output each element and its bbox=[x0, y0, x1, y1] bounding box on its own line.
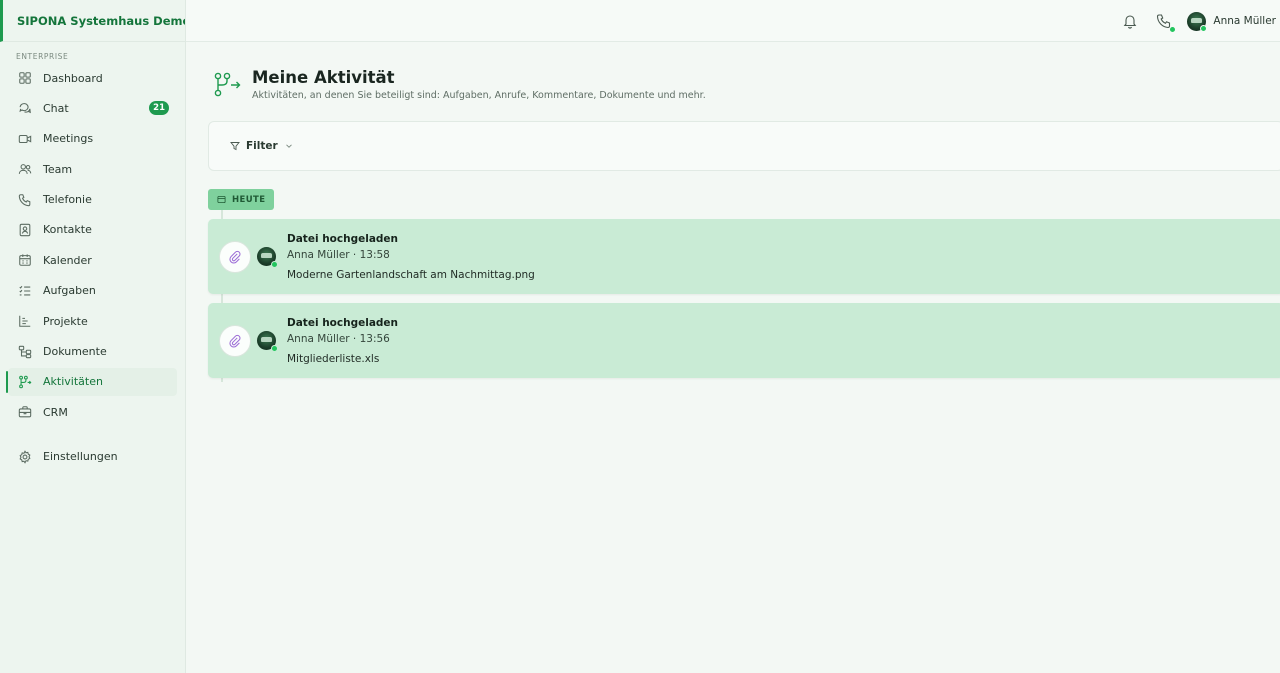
avatar[interactable] bbox=[257, 331, 278, 352]
sidebar-item-label: Einstellungen bbox=[43, 450, 118, 464]
sidebar-item-label: Team bbox=[43, 162, 73, 176]
page-subtitle: Aktivitäten, an denen Sie beteiligt sind… bbox=[252, 90, 706, 101]
avatar[interactable] bbox=[257, 247, 278, 268]
briefcase-icon bbox=[17, 404, 33, 420]
phone-icon[interactable] bbox=[1153, 10, 1177, 33]
sidebar-item-dashboard[interactable]: Dashboard bbox=[8, 64, 177, 92]
online-status-dot bbox=[271, 345, 278, 352]
chevron-down-icon bbox=[285, 144, 292, 148]
page-title: Meine Aktivität bbox=[252, 68, 395, 87]
activity-icon bbox=[17, 374, 33, 390]
task-list-icon bbox=[17, 283, 33, 299]
workspace-name[interactable]: SIPONA Systemhaus Demo... bbox=[0, 0, 185, 42]
sidebar-item-meetings[interactable]: Meetings bbox=[8, 125, 177, 153]
contact-card-icon bbox=[17, 222, 33, 238]
gear-icon bbox=[17, 449, 33, 465]
sidebar-item-label: CRM bbox=[43, 405, 68, 419]
topbar: Anna Müller bbox=[186, 0, 1280, 42]
sidebar-item-label: Projekte bbox=[43, 314, 88, 328]
main-content: Meine Aktivität Aktivitäten, an denen Si… bbox=[186, 42, 1280, 673]
sidebar-item-kontakte[interactable]: Kontakte bbox=[8, 216, 177, 244]
sidebar-item-label: Meetings bbox=[43, 132, 94, 146]
activity-icon bbox=[214, 72, 241, 97]
sidebar-item-einstellungen[interactable]: Einstellungen bbox=[8, 443, 177, 471]
calendar-icon bbox=[17, 252, 33, 268]
sidebar-item-projekte[interactable]: Projekte bbox=[8, 307, 177, 335]
day-group-label: HEUTE bbox=[208, 189, 275, 210]
bell-icon[interactable] bbox=[1119, 10, 1141, 32]
users-icon bbox=[17, 161, 33, 177]
sidebar-item-team[interactable]: Team bbox=[8, 155, 177, 183]
filter-label: Filter bbox=[246, 140, 278, 152]
funnel-icon bbox=[230, 142, 240, 151]
day-label: HEUTE bbox=[232, 194, 266, 205]
activity-title: Datei hochgeladen bbox=[287, 233, 399, 245]
activity-meta: Anna Müller · 13:56 bbox=[287, 333, 390, 345]
sidebar-item-label: Kalender bbox=[43, 253, 92, 267]
sidebar-item-label: Dokumente bbox=[43, 345, 107, 359]
activity-meta: Anna Müller · 13:58 bbox=[287, 249, 390, 261]
sidebar-item-label: Dashboard bbox=[43, 71, 103, 85]
filter-button[interactable]: Filter bbox=[230, 140, 294, 152]
avatar[interactable] bbox=[1187, 11, 1208, 32]
page-header-text: Meine Aktivität Aktivitäten, an denen Si… bbox=[252, 68, 706, 101]
paperclip-icon bbox=[219, 241, 251, 273]
activity-card[interactable]: Datei hochgeladen Anna Müller · 13:58 Mo… bbox=[208, 219, 1280, 294]
sidebar-item-label: Telefonie bbox=[43, 193, 92, 207]
online-status-dot bbox=[1169, 26, 1177, 33]
sidebar-item-telefonie[interactable]: Telefonie bbox=[8, 186, 177, 214]
phone-icon bbox=[17, 192, 33, 208]
activity-file-name[interactable]: Mitgliederliste.xls bbox=[287, 353, 379, 365]
sidebar-item-kalender[interactable]: Kalender bbox=[8, 246, 177, 274]
online-status-dot bbox=[1200, 24, 1208, 32]
chat-icon bbox=[17, 100, 33, 116]
sidebar-item-crm[interactable]: CRM bbox=[8, 398, 177, 426]
sidebar-item-label: Chat bbox=[43, 101, 69, 115]
online-status-dot bbox=[271, 261, 278, 268]
sidebar-item-label: Kontakte bbox=[43, 223, 92, 237]
sidebar-item-aktivitaeten[interactable]: Aktivitäten bbox=[6, 367, 177, 396]
sidebar-item-chat[interactable]: Chat 21 bbox=[8, 94, 177, 122]
unread-badge: 21 bbox=[149, 101, 169, 116]
calendar-icon bbox=[217, 195, 226, 204]
activity-title: Datei hochgeladen bbox=[287, 317, 399, 329]
top-actions: Anna Müller bbox=[1119, 0, 1276, 42]
sidebar-item-aufgaben[interactable]: Aufgaben bbox=[8, 277, 177, 305]
sidebar-item-dokumente[interactable]: Dokumente bbox=[8, 338, 177, 366]
filter-bar: Filter bbox=[208, 121, 1280, 171]
video-icon bbox=[17, 131, 33, 147]
sidebar-item-label: Aktivitäten bbox=[43, 375, 103, 389]
user-name[interactable]: Anna Müller bbox=[1213, 15, 1276, 27]
folder-tree-icon bbox=[17, 344, 33, 360]
grid-icon bbox=[17, 70, 33, 86]
paperclip-icon bbox=[219, 325, 251, 357]
section-label: ENTERPRISE bbox=[16, 52, 69, 61]
page-header: Meine Aktivität Aktivitäten, an denen Si… bbox=[212, 68, 706, 101]
activity-file-name[interactable]: Moderne Gartenlandschaft am Nachmittag.p… bbox=[287, 269, 535, 281]
chart-icon bbox=[17, 313, 33, 329]
sidebar: SIPONA Systemhaus Demo... ENTERPRISE Das… bbox=[0, 0, 186, 673]
sidebar-item-label: Aufgaben bbox=[43, 284, 96, 298]
activity-card[interactable]: Datei hochgeladen Anna Müller · 13:56 Mi… bbox=[208, 303, 1280, 378]
